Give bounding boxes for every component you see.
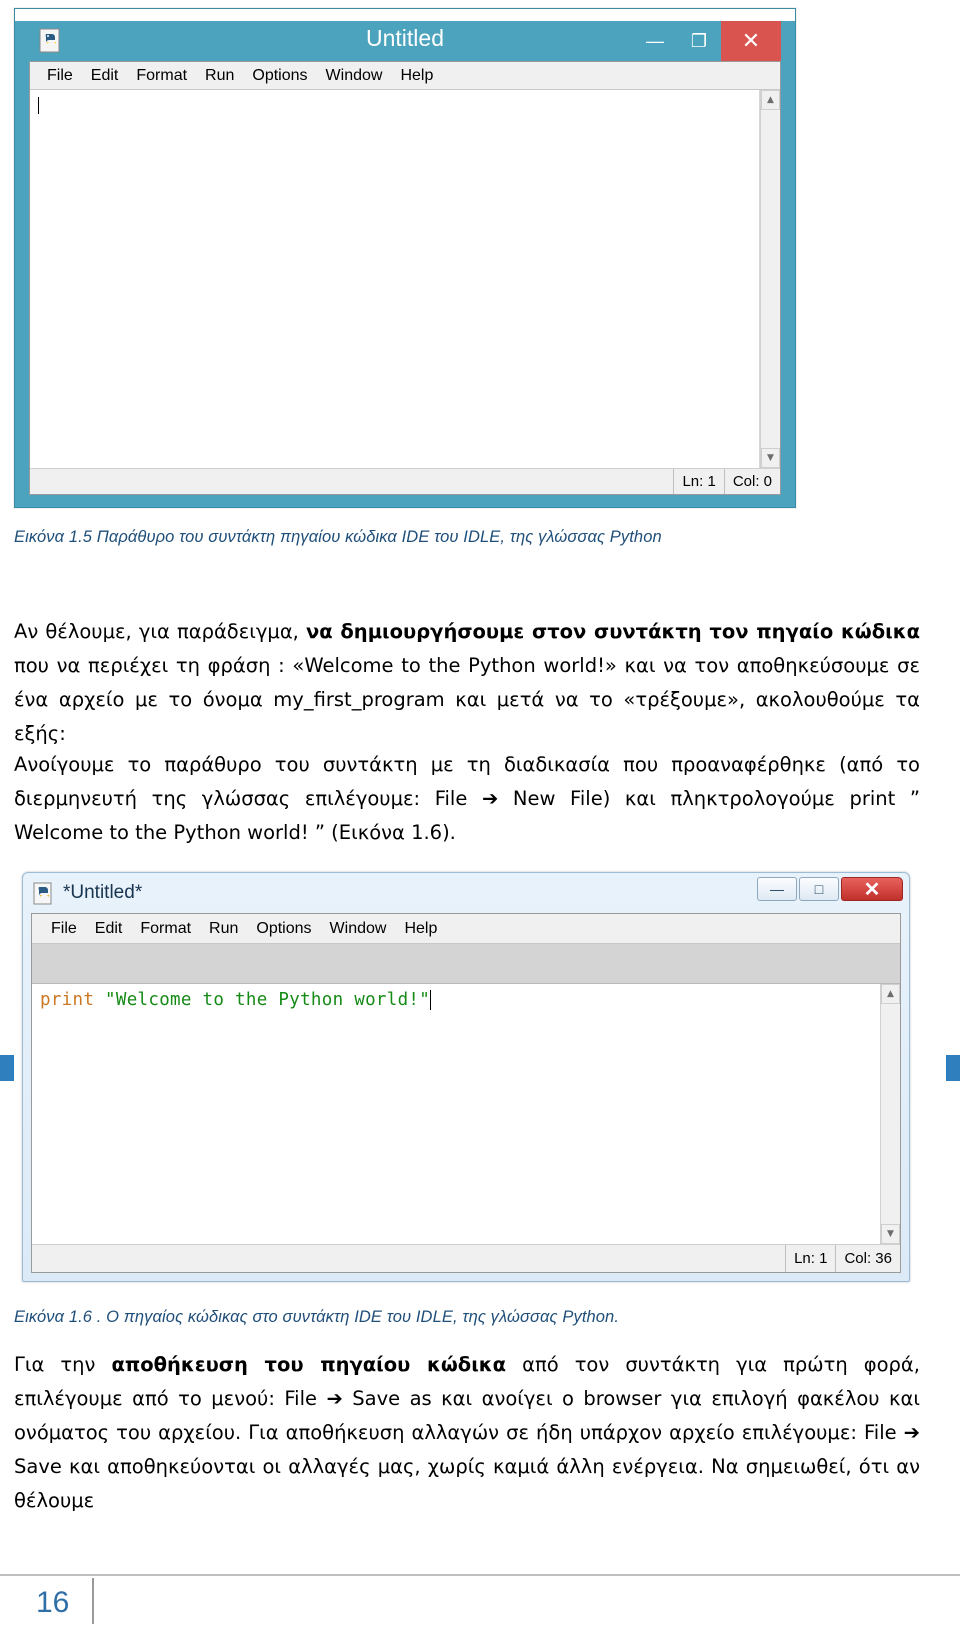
- python-idle-icon: [33, 882, 55, 906]
- vertical-scrollbar[interactable]: ▲ ▼: [880, 984, 900, 1244]
- paragraph-3-part2: από τον συντάκτη για πρώτη φορά, επιλέγο…: [14, 1353, 920, 1512]
- figure-caption-1-6: Εικόνα 1.6 . Ο πηγαίος κώδικας στο συντά…: [14, 1308, 620, 1326]
- code-editor-area[interactable]: [30, 90, 760, 468]
- menu-item-help[interactable]: Help: [395, 916, 446, 942]
- status-column: Col: 36: [835, 1245, 900, 1272]
- paragraph-1: Αν θέλουμε, για παράδειγμα, να δημιουργή…: [14, 615, 920, 751]
- window1-titlebar[interactable]: Untitled — ❐ ✕: [29, 21, 781, 61]
- maximize-button[interactable]: ❐: [677, 21, 721, 61]
- window2-client-area: File Edit Format Run Options Window Help…: [31, 913, 901, 1273]
- menu-item-file[interactable]: File: [42, 916, 86, 942]
- scan-edge-mark-left: [0, 1055, 14, 1081]
- window2-title: *Untitled*: [63, 882, 143, 903]
- window1-editor-wrap: ▲ ▼: [30, 90, 780, 468]
- page-number: 16: [36, 1586, 70, 1619]
- menu-item-options[interactable]: Options: [247, 916, 320, 942]
- menu-item-window[interactable]: Window: [317, 63, 392, 89]
- menu-item-help[interactable]: Help: [391, 63, 442, 89]
- window2-editor-wrap: print "Welcome to the Python world!" ▲ ▼: [32, 984, 900, 1244]
- window1-controls[interactable]: — ❐ ✕: [633, 21, 781, 61]
- menu-item-run[interactable]: Run: [200, 916, 247, 942]
- code-editor-area[interactable]: print "Welcome to the Python world!": [32, 984, 880, 1244]
- vertical-scrollbar[interactable]: ▲ ▼: [760, 90, 780, 468]
- paragraph-2: Ανοίγουμε το παράθυρο του συντάκτη με τη…: [14, 753, 920, 844]
- window1-client-area: File Edit Format Run Options Window Help…: [29, 61, 781, 495]
- paragraph-3-bold: αποθήκευση του πηγαίου κώδικα: [111, 1353, 507, 1376]
- window1-menubar[interactable]: File Edit Format Run Options Window Help: [30, 62, 780, 90]
- paragraph-1-part1: Αν θέλουμε, για παράδειγμα,: [14, 620, 307, 643]
- menu-item-window[interactable]: Window: [321, 916, 396, 942]
- window2-blank-strip: [32, 944, 900, 984]
- scan-edge-mark-right: [946, 1055, 960, 1081]
- menu-item-run[interactable]: Run: [196, 63, 243, 89]
- figure-caption-1-5: Εικόνα 1.5 Παράθυρο του συντάκτη πηγαίου…: [14, 528, 662, 546]
- window-chrome-strip: [15, 9, 795, 21]
- scroll-up-icon[interactable]: ▲: [881, 984, 900, 1004]
- paragraph-1-part2: που να περιέχει τη φράση : «Welcome to t…: [14, 654, 920, 745]
- idle-editor-window-1[interactable]: Untitled — ❐ ✕ File Edit Format Run Opti…: [14, 8, 796, 508]
- menu-item-edit[interactable]: Edit: [82, 63, 128, 89]
- menu-item-edit[interactable]: Edit: [86, 916, 132, 942]
- close-button[interactable]: ✕: [721, 21, 781, 61]
- maximize-button[interactable]: □: [799, 877, 839, 901]
- text-caret: [430, 990, 432, 1010]
- code-string-literal: "Welcome to the Python world!": [105, 990, 431, 1010]
- status-line: Ln: 1: [785, 1245, 836, 1272]
- minimize-button[interactable]: —: [757, 877, 797, 901]
- menu-item-options[interactable]: Options: [243, 63, 316, 89]
- code-keyword-print: print: [40, 990, 95, 1010]
- menu-item-format[interactable]: Format: [127, 63, 196, 89]
- code-line-1: print "Welcome to the Python world!": [40, 990, 432, 1010]
- idle-editor-window-2[interactable]: *Untitled* — □ ✕ File Edit Format Run Op…: [22, 872, 910, 1282]
- menu-item-file[interactable]: File: [38, 63, 82, 89]
- text-caret: [38, 97, 39, 114]
- scroll-up-icon[interactable]: ▲: [761, 90, 780, 110]
- minimize-button[interactable]: —: [633, 21, 677, 61]
- window2-menubar[interactable]: File Edit Format Run Options Window Help: [32, 914, 900, 944]
- paragraph-1-bold: να δημιουργήσουμε στον συντάκτη τον πηγα…: [306, 620, 920, 643]
- close-button[interactable]: ✕: [841, 877, 903, 901]
- menu-item-format[interactable]: Format: [131, 916, 200, 942]
- window2-statusbar: Ln: 1 Col: 36: [32, 1244, 900, 1272]
- window2-titlebar[interactable]: *Untitled* — □ ✕: [23, 873, 909, 913]
- window2-controls[interactable]: — □ ✕: [757, 877, 903, 901]
- status-column: Col: 0: [723, 469, 780, 494]
- window1-statusbar: Ln: 1 Col: 0: [30, 468, 780, 494]
- scroll-down-icon[interactable]: ▼: [881, 1224, 900, 1244]
- footer-tick-mark: [92, 1578, 94, 1624]
- footer-divider: [0, 1574, 960, 1576]
- status-line: Ln: 1: [673, 469, 724, 494]
- paragraph-3-part1: Για την: [14, 1353, 112, 1376]
- paragraph-3: Για την αποθήκευση του πηγαίου κώδικα απ…: [14, 1348, 920, 1518]
- scroll-down-icon[interactable]: ▼: [761, 448, 780, 468]
